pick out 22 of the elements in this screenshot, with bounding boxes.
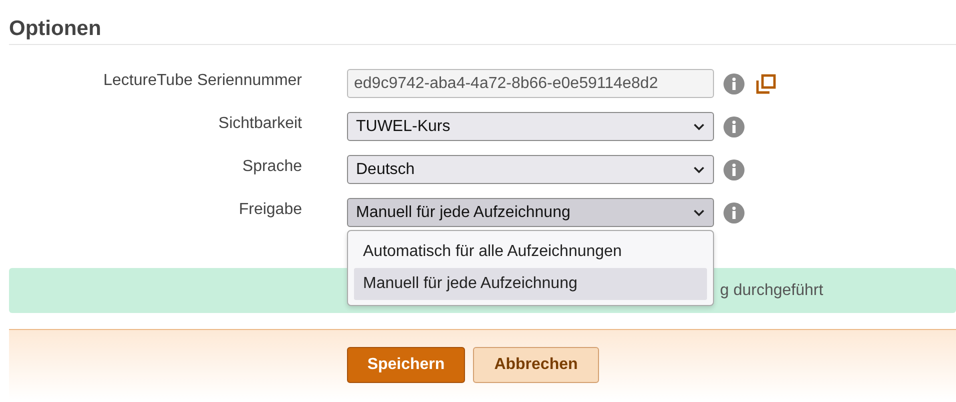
info-icon[interactable]: [723, 158, 745, 180]
chevron-down-icon: [693, 166, 705, 174]
info-icon[interactable]: [723, 116, 745, 138]
field-label: LectureTube Seriennummer: [102, 71, 302, 90]
info-icon[interactable]: [723, 72, 745, 94]
chevron-down-icon: [693, 208, 705, 216]
select-dropdown[interactable]: Deutsch: [347, 155, 714, 184]
cancel-button[interactable]: Abbrechen: [473, 347, 599, 383]
serial-number-field[interactable]: ed9c9742-aba4-4a72-8b66-e0e59114e8d2: [347, 69, 714, 98]
field-label: Sichtbarkeit: [217, 114, 302, 133]
chevron-down-icon: [693, 122, 705, 130]
copy-icon[interactable]: [756, 74, 776, 94]
info-icon[interactable]: [723, 202, 745, 224]
dropdown-option[interactable]: Manuell für jede Aufzeichnung: [354, 268, 707, 300]
dropdown-option[interactable]: Automatisch für alle Aufzeichnungen: [354, 236, 707, 268]
field-label: Sprache: [241, 157, 302, 176]
select-dropdown[interactable]: TUWEL-Kurs: [347, 112, 714, 141]
field-label: Freigabe: [238, 200, 302, 219]
save-button[interactable]: Speichern: [347, 347, 465, 383]
alert-message: g durchgeführt: [720, 282, 824, 300]
section-title: Optionen: [9, 0, 956, 45]
select-dropdown[interactable]: Manuell für jede Aufzeichnung: [347, 198, 714, 227]
